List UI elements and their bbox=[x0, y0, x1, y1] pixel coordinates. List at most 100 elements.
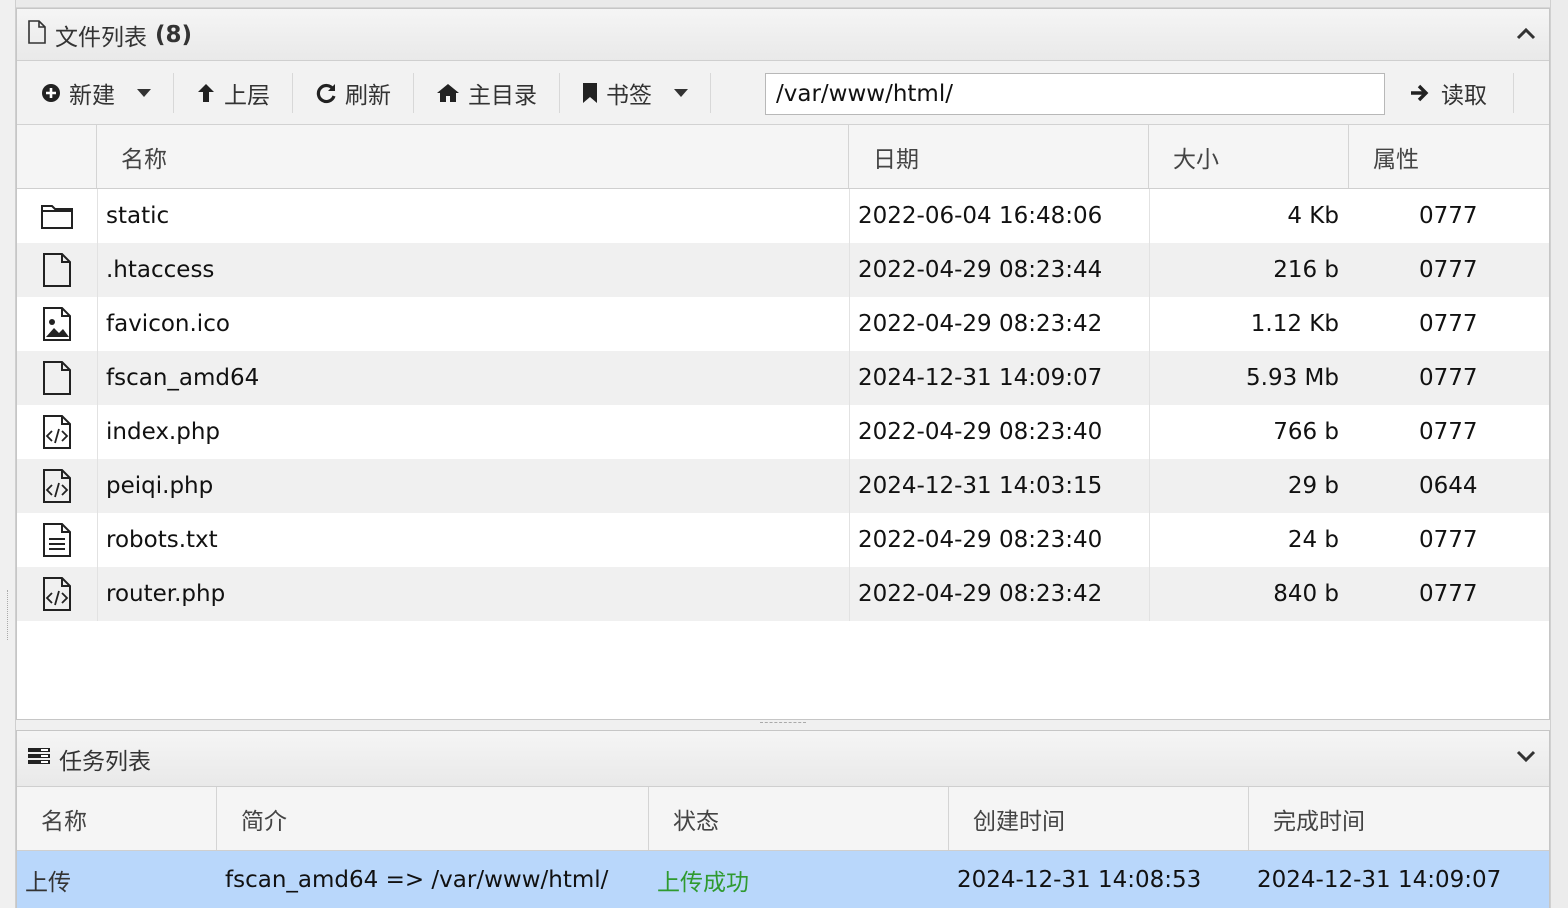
task-list-header: 任务列表 bbox=[17, 731, 1549, 787]
file-size: 24 b bbox=[1149, 513, 1349, 567]
table-row[interactable]: index.php 2022-04-29 08:23:40 766 b 0777 bbox=[17, 405, 1549, 459]
file-count: (8) bbox=[155, 21, 193, 48]
file-icon bbox=[43, 361, 71, 395]
attr-column-header[interactable]: 属性 bbox=[1349, 125, 1549, 188]
resize-grip[interactable] bbox=[7, 590, 9, 640]
file-name: robots.txt bbox=[97, 513, 849, 567]
file-icon bbox=[43, 253, 71, 287]
caret-down-icon bbox=[674, 88, 688, 97]
file-list-header: 文件列表 (8) bbox=[17, 9, 1549, 61]
home-button[interactable]: 主目录 bbox=[414, 72, 560, 113]
file-name: peiqi.php bbox=[97, 459, 849, 513]
file-attr: 0777 bbox=[1419, 365, 1478, 391]
text-file-icon bbox=[43, 523, 71, 557]
file-size: 4 Kb bbox=[1149, 189, 1349, 243]
file-rows: static 2022-06-04 16:48:06 4 Kb 0777 .ht… bbox=[17, 189, 1549, 621]
task-finished-column-header[interactable]: 完成时间 bbox=[1249, 787, 1549, 850]
bookmark-button[interactable]: 书签 bbox=[560, 72, 711, 113]
task-finished: 2024-12-31 14:09:07 bbox=[1257, 867, 1502, 893]
expand-button[interactable] bbox=[1515, 745, 1537, 767]
caret-down-icon bbox=[137, 88, 151, 97]
top-strip bbox=[16, 0, 1550, 8]
document-icon bbox=[27, 19, 47, 50]
file-date: 2022-04-29 08:23:42 bbox=[849, 567, 1149, 621]
file-date: 2022-04-29 08:23:40 bbox=[849, 513, 1149, 567]
task-list-title: 任务列表 bbox=[27, 742, 151, 776]
task-desc: fscan_amd64 => /var/www/html/ bbox=[225, 867, 609, 893]
up-button[interactable]: 上层 bbox=[174, 72, 293, 113]
file-size: 1.12 Kb bbox=[1149, 297, 1349, 351]
table-row[interactable]: router.php 2022-04-29 08:23:42 840 b 077… bbox=[17, 567, 1549, 621]
file-name: index.php bbox=[97, 405, 849, 459]
file-list-panel: 文件列表 (8) 新建 上层 刷新 主目录 书签 /var/www/html/ … bbox=[16, 8, 1550, 720]
icon-column-header bbox=[17, 125, 97, 188]
date-column-header[interactable]: 日期 bbox=[849, 125, 1149, 188]
file-name: fscan_amd64 bbox=[97, 351, 849, 405]
task-name: 上传 bbox=[25, 870, 71, 896]
task-row[interactable]: 上传 fscan_amd64 => /var/www/html/ 上传成功 20… bbox=[17, 851, 1549, 908]
file-attr: 0777 bbox=[1419, 419, 1478, 445]
task-created: 2024-12-31 14:08:53 bbox=[957, 867, 1202, 893]
home-button-label: 主目录 bbox=[468, 82, 537, 109]
file-size: 5.93 Mb bbox=[1149, 351, 1349, 405]
table-row[interactable]: favicon.ico 2022-04-29 08:23:42 1.12 Kb … bbox=[17, 297, 1549, 351]
path-input[interactable] bbox=[765, 73, 1385, 115]
task-desc-column-header[interactable]: 简介 bbox=[217, 787, 649, 850]
panel-splitter[interactable] bbox=[760, 722, 806, 723]
file-date: 2022-04-29 08:23:42 bbox=[849, 297, 1149, 351]
task-status: 上传成功 bbox=[657, 870, 749, 896]
new-button-label: 新建 bbox=[69, 82, 115, 109]
file-attr: 0777 bbox=[1419, 257, 1478, 283]
table-row[interactable]: peiqi.php 2024-12-31 14:03:15 29 b 0644 bbox=[17, 459, 1549, 513]
code-file-icon bbox=[43, 415, 71, 449]
task-status-column-header[interactable]: 状态 bbox=[649, 787, 949, 850]
file-size: 216 b bbox=[1149, 243, 1349, 297]
code-file-icon bbox=[43, 577, 71, 611]
file-attr: 0644 bbox=[1419, 473, 1478, 499]
refresh-button[interactable]: 刷新 bbox=[293, 72, 414, 113]
file-date: 2022-04-29 08:23:40 bbox=[849, 405, 1149, 459]
tasks-icon bbox=[27, 746, 51, 772]
file-date: 2022-04-29 08:23:44 bbox=[849, 243, 1149, 297]
task-list-panel: 任务列表 名称 简介 状态 创建时间 完成时间 上传 fscan_amd64 =… bbox=[16, 730, 1550, 908]
file-name: router.php bbox=[97, 567, 849, 621]
file-name: static bbox=[97, 189, 849, 243]
bookmark-icon bbox=[583, 82, 597, 103]
file-size: 766 b bbox=[1149, 405, 1349, 459]
file-name: .htaccess bbox=[97, 243, 849, 297]
collapse-button[interactable] bbox=[1515, 23, 1537, 45]
task-name-column-header[interactable]: 名称 bbox=[17, 787, 217, 850]
size-column-header[interactable]: 大小 bbox=[1149, 125, 1349, 188]
file-toolbar: 新建 上层 刷新 主目录 书签 读取 bbox=[17, 61, 1549, 125]
refresh-icon bbox=[316, 83, 336, 103]
table-row[interactable]: robots.txt 2022-04-29 08:23:40 24 b 0777 bbox=[17, 513, 1549, 567]
left-edge bbox=[0, 0, 16, 908]
chevron-down-icon bbox=[1516, 750, 1536, 763]
file-size: 840 b bbox=[1149, 567, 1349, 621]
task-list-title-label: 任务列表 bbox=[59, 748, 151, 775]
file-date: 2024-12-31 14:09:07 bbox=[849, 351, 1149, 405]
file-list-title-label: 文件列表 bbox=[55, 24, 147, 51]
file-date: 2022-06-04 16:48:06 bbox=[849, 189, 1149, 243]
arrow-up-icon bbox=[198, 83, 214, 102]
plus-circle-icon bbox=[42, 83, 60, 102]
file-attr: 0777 bbox=[1419, 581, 1478, 607]
read-button-label: 读取 bbox=[1441, 83, 1487, 109]
read-button[interactable]: 读取 bbox=[1393, 73, 1514, 113]
file-attr: 0777 bbox=[1419, 527, 1478, 553]
chevron-up-icon bbox=[1516, 27, 1536, 40]
task-grid-header: 名称 简介 状态 创建时间 完成时间 bbox=[17, 787, 1549, 851]
file-attr: 0777 bbox=[1419, 311, 1478, 337]
name-column-header[interactable]: 名称 bbox=[97, 125, 849, 188]
table-row[interactable]: fscan_amd64 2024-12-31 14:09:07 5.93 Mb … bbox=[17, 351, 1549, 405]
table-row[interactable]: static 2022-06-04 16:48:06 4 Kb 0777 bbox=[17, 189, 1549, 243]
file-name: favicon.ico bbox=[97, 297, 849, 351]
file-list-title: 文件列表 (8) bbox=[27, 18, 192, 52]
new-button[interactable]: 新建 bbox=[17, 72, 174, 113]
file-size: 29 b bbox=[1149, 459, 1349, 513]
up-button-label: 上层 bbox=[224, 82, 270, 109]
code-file-icon bbox=[43, 469, 71, 503]
task-created-column-header[interactable]: 创建时间 bbox=[949, 787, 1249, 850]
bookmark-button-label: 书签 bbox=[606, 82, 652, 109]
table-row[interactable]: .htaccess 2022-04-29 08:23:44 216 b 0777 bbox=[17, 243, 1549, 297]
